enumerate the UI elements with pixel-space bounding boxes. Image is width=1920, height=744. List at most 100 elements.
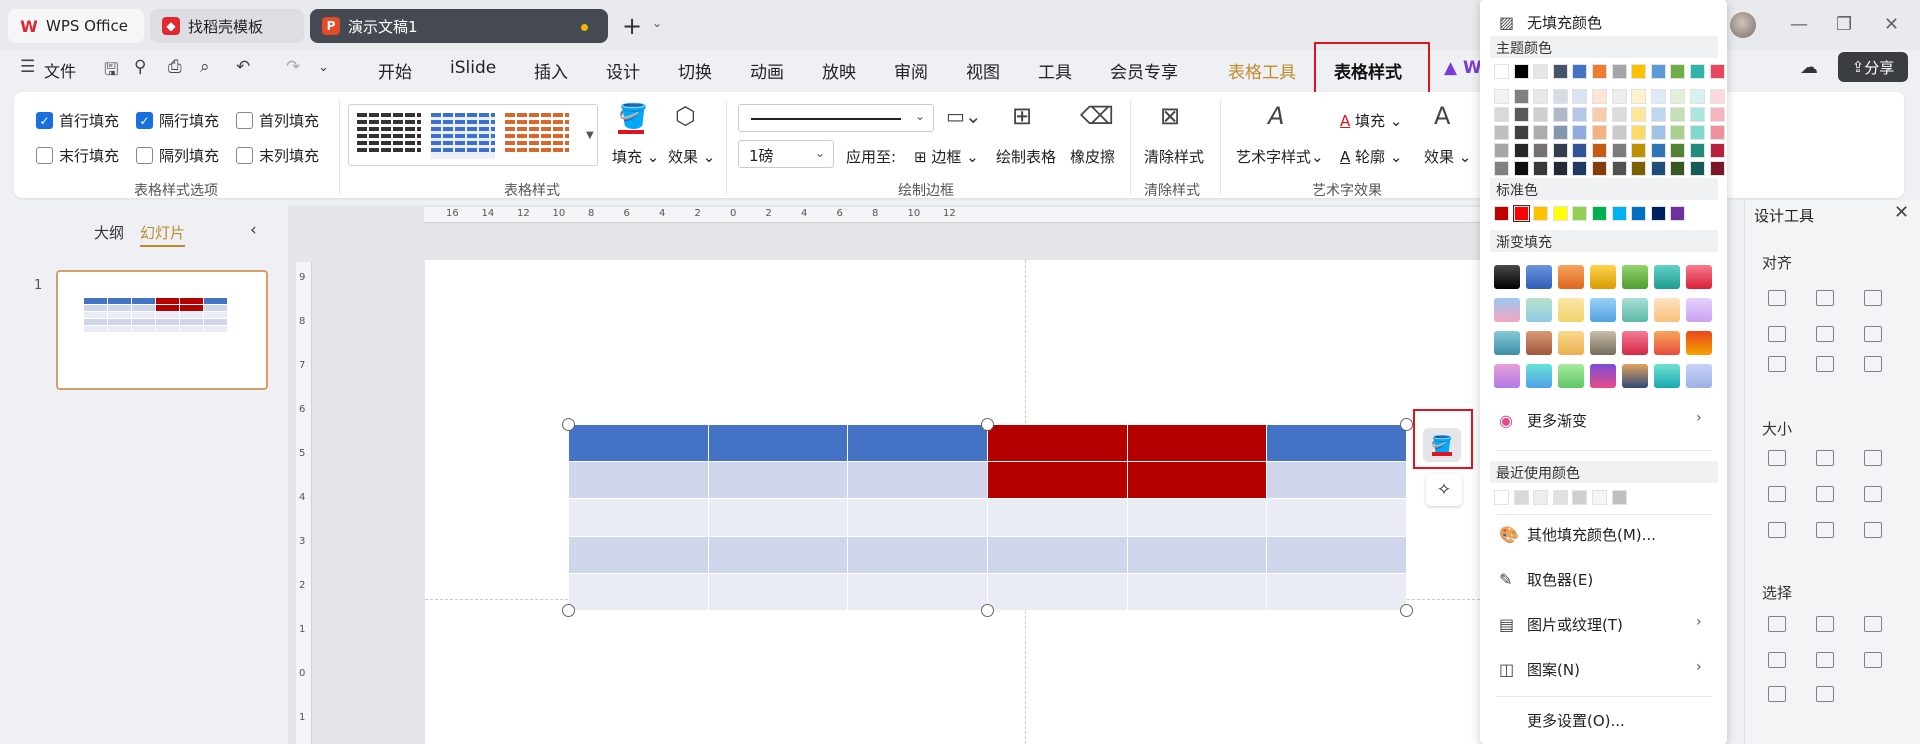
color-swatch[interactable] xyxy=(1592,161,1607,176)
color-swatch[interactable] xyxy=(1572,490,1588,505)
color-swatch[interactable] xyxy=(1631,64,1647,79)
table-cell[interactable] xyxy=(707,535,849,574)
picture-texture-option[interactable]: ▤ 图片或纹理(T) xyxy=(1499,614,1623,635)
table-cell[interactable] xyxy=(847,461,988,500)
eraser-icon[interactable]: ⌫ xyxy=(1080,102,1114,130)
gradient-swatch[interactable] xyxy=(1622,265,1648,289)
design-tool-icon[interactable] xyxy=(1768,326,1786,342)
gradient-swatch[interactable] xyxy=(1494,364,1520,388)
color-swatch[interactable] xyxy=(1533,125,1549,140)
color-swatch[interactable] xyxy=(1709,143,1725,158)
color-swatch[interactable] xyxy=(1592,490,1607,505)
table-cell[interactable] xyxy=(1266,572,1407,612)
color-swatch[interactable] xyxy=(1611,125,1627,140)
share-button[interactable]: ⇪ 分享 xyxy=(1838,52,1908,82)
table-cell[interactable] xyxy=(847,535,988,574)
color-swatch[interactable] xyxy=(1631,89,1647,104)
design-tool-icon[interactable] xyxy=(1816,326,1834,342)
design-tool-icon[interactable] xyxy=(1816,652,1834,668)
design-tool-icon[interactable] xyxy=(1768,616,1786,632)
color-swatch[interactable] xyxy=(1650,89,1666,104)
design-tool-icon[interactable] xyxy=(1864,326,1882,342)
undo-icon[interactable]: ↶ xyxy=(236,57,250,77)
checkbox-last-row[interactable]: 末行填充 xyxy=(36,145,119,166)
design-tool-icon[interactable] xyxy=(1768,486,1786,502)
gradient-swatch[interactable] xyxy=(1686,331,1712,355)
color-swatch[interactable] xyxy=(1611,490,1627,505)
art-text-icon[interactable]: A xyxy=(1268,102,1284,130)
line-style-select[interactable]: ⌄ xyxy=(738,104,934,132)
color-swatch[interactable] xyxy=(1650,143,1666,158)
color-swatch[interactable] xyxy=(1650,206,1666,221)
design-tool-icon[interactable] xyxy=(1864,652,1882,668)
restore-icon[interactable]: ❐ xyxy=(1836,14,1852,35)
menu-member[interactable]: 会员专享 xyxy=(1110,58,1178,83)
chevron-left-icon[interactable]: ‹ xyxy=(250,220,257,240)
paint-bucket-icon[interactable]: 🪣 xyxy=(618,102,648,130)
color-swatch[interactable] xyxy=(1552,490,1568,505)
gradient-swatch[interactable] xyxy=(1558,331,1584,355)
gradient-swatch[interactable] xyxy=(1494,331,1520,355)
table-style-gallery[interactable] xyxy=(348,104,598,166)
color-swatch[interactable] xyxy=(1572,89,1588,104)
color-swatch[interactable] xyxy=(1611,143,1627,158)
design-tool-icon[interactable] xyxy=(1864,616,1882,632)
menu-insert[interactable]: 插入 xyxy=(534,58,568,83)
table-cell[interactable] xyxy=(1126,572,1268,612)
design-tool-icon[interactable] xyxy=(1816,522,1834,538)
table-cell[interactable] xyxy=(1266,461,1407,500)
color-swatch[interactable] xyxy=(1552,89,1568,104)
color-swatch[interactable] xyxy=(1513,143,1529,158)
cube-icon[interactable]: ⬡ xyxy=(675,102,696,130)
color-swatch[interactable] xyxy=(1533,89,1549,104)
design-tool-icon[interactable] xyxy=(1768,522,1786,538)
table-cell[interactable] xyxy=(986,535,1128,574)
table-style-thumb[interactable] xyxy=(431,113,495,159)
color-swatch[interactable] xyxy=(1552,206,1568,221)
color-swatch[interactable] xyxy=(1631,107,1647,122)
color-swatch[interactable] xyxy=(1690,125,1705,140)
gradient-swatch[interactable] xyxy=(1558,265,1584,289)
slide-thumbnail[interactable] xyxy=(56,270,268,390)
color-swatch[interactable] xyxy=(1572,143,1588,158)
color-swatch[interactable] xyxy=(1533,206,1549,221)
close-icon[interactable]: ✕ xyxy=(1894,202,1909,223)
design-tool-icon[interactable] xyxy=(1768,652,1786,668)
design-tool-icon[interactable] xyxy=(1768,686,1786,702)
design-tool-icon[interactable] xyxy=(1768,290,1786,306)
color-swatch[interactable] xyxy=(1592,206,1607,221)
table-cell[interactable] xyxy=(568,423,709,463)
table-cell[interactable] xyxy=(986,423,1128,463)
color-swatch[interactable] xyxy=(1592,89,1607,104)
color-swatch[interactable] xyxy=(1592,107,1607,122)
table-row[interactable] xyxy=(568,498,1407,537)
color-swatch[interactable] xyxy=(1494,143,1509,158)
color-swatch[interactable] xyxy=(1552,64,1568,79)
color-swatch[interactable] xyxy=(1572,206,1588,221)
color-swatch[interactable] xyxy=(1631,161,1647,176)
gradient-swatch[interactable] xyxy=(1654,298,1680,322)
table-cell[interactable] xyxy=(847,423,988,463)
color-swatch[interactable] xyxy=(1494,107,1509,122)
gradient-swatch[interactable] xyxy=(1590,364,1616,388)
table-cell[interactable] xyxy=(707,423,849,463)
line-weight-select[interactable]: 1磅 ⌄ xyxy=(738,140,834,168)
color-swatch[interactable] xyxy=(1709,107,1725,122)
menu-design[interactable]: 设计 xyxy=(606,58,640,83)
resize-handle[interactable] xyxy=(981,418,994,431)
table-style-thumb[interactable] xyxy=(357,113,421,159)
color-swatch[interactable] xyxy=(1572,161,1588,176)
quick-tools-button[interactable]: ✧ xyxy=(1426,474,1462,506)
menu-wps-ai[interactable]: ▲ W xyxy=(1444,58,1482,78)
table-cell[interactable] xyxy=(1266,498,1407,537)
color-swatch[interactable] xyxy=(1709,89,1725,104)
avatar[interactable] xyxy=(1730,12,1756,38)
checkbox-last-col[interactable]: 末列填充 xyxy=(236,145,319,166)
color-swatch[interactable] xyxy=(1709,125,1725,140)
color-swatch[interactable] xyxy=(1494,161,1509,176)
cloud-icon[interactable]: ☁ xyxy=(1800,57,1818,78)
menu-animation[interactable]: 动画 xyxy=(750,58,784,83)
color-swatch[interactable] xyxy=(1670,206,1686,221)
eraser-button[interactable]: 橡皮擦 xyxy=(1070,146,1115,167)
design-tool-icon[interactable] xyxy=(1864,486,1882,502)
